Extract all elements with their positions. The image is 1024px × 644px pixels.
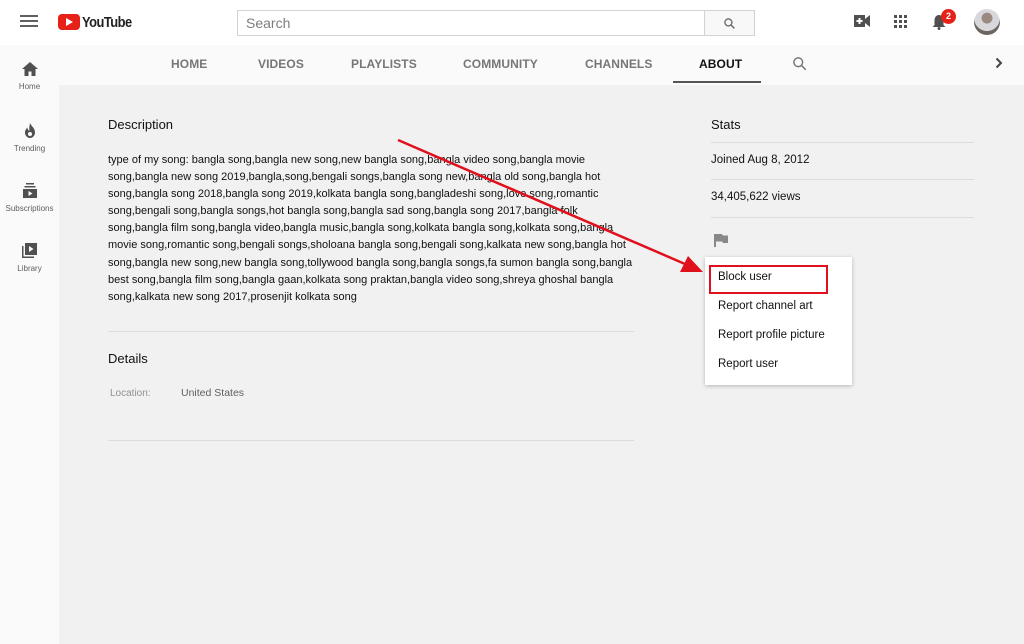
search-button[interactable] xyxy=(704,10,755,36)
view-count: 34,405,622 views xyxy=(711,191,801,203)
search-input[interactable]: Search xyxy=(237,10,704,36)
tab-home[interactable]: HOME xyxy=(171,57,207,71)
divider xyxy=(108,331,634,332)
sidebar-item-trending[interactable]: Trending xyxy=(0,123,59,173)
youtube-logo[interactable]: YouTube xyxy=(58,13,140,31)
library-icon xyxy=(22,243,37,258)
channel-tabs: HOME VIDEOS PLAYLISTS COMMUNITY CHANNELS… xyxy=(59,45,1024,85)
sidebar-item-subscriptions[interactable]: Subscriptions xyxy=(0,183,59,233)
divider xyxy=(711,217,974,218)
details-title: Details xyxy=(108,351,148,366)
create-video-icon[interactable] xyxy=(854,15,870,27)
menu-item-report-user[interactable]: Report user xyxy=(718,358,778,370)
left-sidebar: Home Trending Subscriptions Library xyxy=(0,45,59,644)
annotation-overlay xyxy=(397,138,703,272)
menu-icon[interactable] xyxy=(20,14,38,28)
flame-icon xyxy=(24,123,35,138)
description-text: type of my song: bangla song,bangla new … xyxy=(108,154,633,303)
stats-title: Stats xyxy=(711,117,741,132)
annotation-highlight-box xyxy=(709,265,828,294)
sidebar-item-library[interactable]: Library xyxy=(0,243,59,293)
location-label: Location: xyxy=(110,388,151,399)
notification-badge: 2 xyxy=(941,9,956,24)
logo-text: YouTube xyxy=(82,13,132,31)
divider xyxy=(711,142,974,143)
sidebar-label: Library xyxy=(17,264,42,273)
tab-about[interactable]: ABOUT xyxy=(699,57,742,71)
flag-icon[interactable] xyxy=(714,234,728,247)
sidebar-item-home[interactable]: Home xyxy=(0,62,59,112)
divider xyxy=(711,179,974,180)
search-icon xyxy=(724,18,735,29)
annotation-arrow-head xyxy=(680,256,703,272)
active-tab-indicator xyxy=(673,81,761,83)
sidebar-label: Home xyxy=(18,82,41,91)
menu-item-report-profile-picture[interactable]: Report profile picture xyxy=(718,329,825,341)
top-bar: YouTube Search 2 xyxy=(0,0,1024,45)
channel-search-icon[interactable] xyxy=(792,56,807,71)
tab-playlists[interactable]: PLAYLISTS xyxy=(351,57,417,71)
tab-channels[interactable]: CHANNELS xyxy=(585,57,652,71)
tab-community[interactable]: COMMUNITY xyxy=(463,57,538,71)
chevron-right-icon[interactable] xyxy=(995,57,1003,69)
subscriptions-icon xyxy=(22,183,37,198)
menu-item-report-channel-art[interactable]: Report channel art xyxy=(718,300,813,312)
sidebar-label: Subscriptions xyxy=(5,204,54,213)
tab-videos[interactable]: VIDEOS xyxy=(258,57,304,71)
avatar[interactable] xyxy=(974,9,1000,35)
description-title: Description xyxy=(108,117,174,132)
home-icon xyxy=(21,62,38,76)
divider xyxy=(108,440,634,441)
sidebar-label: Trending xyxy=(13,144,46,153)
joined-date: Joined Aug 8, 2012 xyxy=(711,154,810,166)
location-value: United States xyxy=(181,387,245,399)
youtube-play-icon xyxy=(58,14,80,30)
apps-grid-icon[interactable] xyxy=(894,15,907,28)
